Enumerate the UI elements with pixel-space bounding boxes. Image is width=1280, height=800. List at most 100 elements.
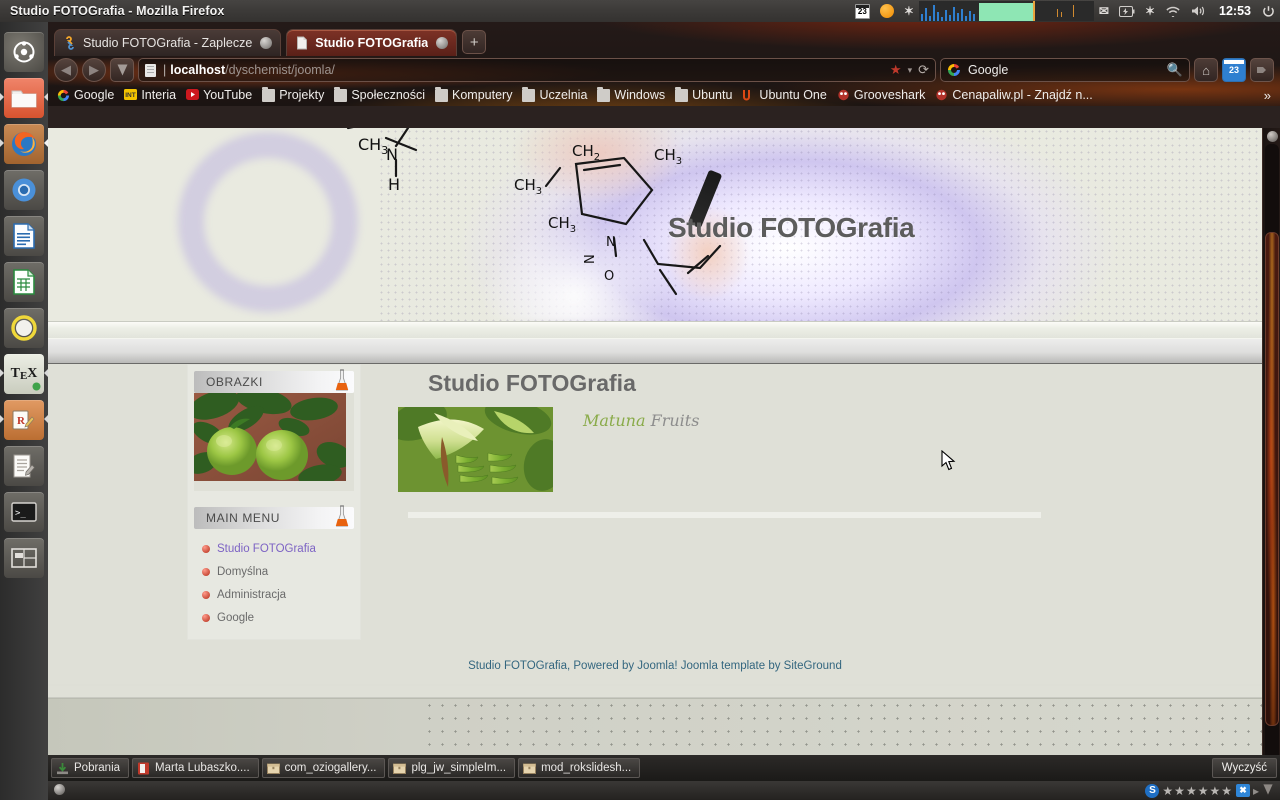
menu-item-domyslna[interactable]: Domyślna [202,560,354,583]
slideshow-module: Matuna Fruits [398,407,1228,507]
menu-item-google[interactable]: Google [202,606,354,629]
volume-indicator[interactable] [1186,0,1213,22]
memory-monitor-indicator[interactable] [978,0,1039,22]
bottom-status-bar: S ★★★★★★ ✖ ▸ [48,781,1280,800]
module-body [194,393,354,491]
page-title: Studio FOTOGrafia [668,212,915,243]
forward-button[interactable]: ▶ [82,58,106,82]
bookmark-ubuntu-one[interactable]: Ubuntu One [737,88,831,102]
bookmark-cenapaliw[interactable]: Cenapaliw.pl - Znajdź n... [930,88,1097,102]
status-left-knob[interactable] [54,784,65,795]
bullet-icon [202,590,210,599]
new-tab-button[interactable]: + [462,30,487,54]
youtube-icon [186,88,200,102]
menu-item-studio-fotografia[interactable]: Studio FOTOGrafia [202,537,354,560]
clear-button[interactable]: Wyczyść [1211,758,1277,778]
chevron-down-icon[interactable]: ▾ [908,65,913,76]
task-pobrania[interactable]: Pobrania [51,758,130,778]
url-text: | localhost/dyschemist/joomla/ [163,63,335,77]
messaging-indicator[interactable]: ✉ [1094,0,1114,22]
search-input[interactable]: Google [968,63,1167,77]
task-marta-lubaszko[interactable]: Marta Lubaszko.... [132,758,259,778]
power-icon[interactable] [1257,0,1280,22]
home-button[interactable]: ⌂ [1194,58,1218,82]
bookmark-star-icon[interactable]: ★ [890,62,902,78]
bookmark-label: Interia [141,88,177,102]
task-plg-jw-simpleim[interactable]: plg_jw_simpleIm... [388,758,516,778]
launcher-dash-home[interactable] [4,32,44,72]
cpu-monitor-indicator[interactable] [918,0,979,22]
nav-strip-bottom [48,339,1262,364]
bluetooth-status-indicator[interactable]: ✶ [1140,0,1160,22]
downloads-button[interactable] [110,58,134,82]
launcher-files-nautilus[interactable] [0,78,49,118]
bluetooth-indicator[interactable]: ✶ [899,0,919,22]
bookmark-spolecznosci[interactable]: Społeczności [329,86,430,102]
net-monitor-indicator[interactable] [1038,0,1094,22]
bookmarks-overflow-button[interactable]: » [1264,88,1276,103]
window-list-taskbar: Pobrania Marta Lubaszko.... com_oziogall… [48,755,1280,781]
menu-link[interactable]: Google [217,612,254,624]
tab-studio-fotografia[interactable]: Studio FOTOGrafia [286,29,458,56]
downloads-status-icon[interactable] [1262,783,1274,799]
bookmark-projekty[interactable]: Projekty [257,86,329,102]
clock[interactable]: 12:53 [1213,4,1257,18]
menu-link[interactable]: Administracja [217,589,286,601]
weather-indicator[interactable] [875,0,899,22]
page-scrollbar[interactable] [1262,128,1280,777]
bookmark-komputery[interactable]: Komputery [430,86,517,102]
calendar-button[interactable]: 23 [1222,58,1246,82]
slideshow-image[interactable] [398,407,553,492]
close-icon[interactable] [260,37,273,49]
close-icon[interactable] [436,37,449,49]
reload-icon[interactable]: ⟳ [918,62,929,78]
launcher-libreoffice-calc[interactable] [4,262,44,302]
search-icon[interactable]: 🔍 [1167,62,1183,78]
task-mod-rokslidesh[interactable]: mod_rokslidesh... [518,758,641,778]
bookmark-label: Cenapaliw.pl - Znajdź n... [952,88,1093,102]
url-bar[interactable]: | localhost/dyschemist/joomla/ ★ ▾ ⟳ [138,58,936,82]
skype-icon[interactable]: S [1145,783,1160,798]
search-bar[interactable]: Google 🔍 [940,58,1190,82]
network-indicator[interactable] [1160,0,1186,22]
battery-indicator[interactable] [1114,0,1140,22]
svg-text:CH3: CH3 [514,176,542,197]
expand-icon[interactable]: ▸ [1253,784,1259,798]
bookmark-ubuntu[interactable]: Ubuntu [670,86,737,102]
launcher-libreoffice-writer[interactable] [4,216,44,256]
back-button[interactable]: ◀ [54,58,78,82]
bookmark-label: Windows [614,88,666,102]
firefox-window: Studio FOTOGrafia - Zaplecze Studio FOTO… [48,22,1280,777]
scroll-up-button[interactable] [1263,128,1280,144]
launcher-text-editor[interactable] [4,446,44,486]
launcher-chromium[interactable] [4,170,44,210]
launcher-notes-editor[interactable]: R [0,400,49,440]
bookmark-interia[interactable]: INT Interia [119,88,181,102]
task-com-oziogallery[interactable]: com_oziogallery... [261,758,386,778]
launcher-texmaker[interactable]: TEX [0,354,49,394]
menu-link[interactable]: Studio FOTOGrafia [217,543,316,555]
menu-link[interactable]: Domyślna [217,566,268,578]
x-button-icon[interactable]: ✖ [1235,784,1250,797]
bookmark-windows[interactable]: Windows [592,86,670,102]
launcher-firefox[interactable] [0,124,49,164]
bookmark-youtube[interactable]: YouTube [181,88,257,102]
launcher-workspace-switcher[interactable] [4,538,44,578]
bookmark-google[interactable]: Google [52,88,119,102]
addon-button[interactable] [1250,58,1274,82]
folder-icon [522,86,536,102]
menu-item-administracja[interactable]: Administracja [202,583,354,606]
launcher-ubuntu-one[interactable] [4,308,44,348]
calendar-indicator[interactable]: 23 [850,0,875,22]
bookmark-uczelnia[interactable]: Uczelnia [517,86,592,102]
main-menu-module: MAIN MENU Studio FOTOGrafia Domyślna Adm… [194,505,354,633]
interia-icon: INT [124,88,138,102]
scrollbar-thumb[interactable] [1265,232,1279,726]
launcher-terminal[interactable]: >_ [4,492,44,532]
bookmark-grooveshark[interactable]: Grooveshark [832,88,931,102]
svg-text:N: N [386,145,398,164]
archive-icon [393,762,407,775]
obrazki-thumbnail[interactable] [194,393,346,481]
tab-zaplecze[interactable]: Studio FOTOGrafia - Zaplecze [54,29,282,56]
net-graph [1038,1,1094,21]
